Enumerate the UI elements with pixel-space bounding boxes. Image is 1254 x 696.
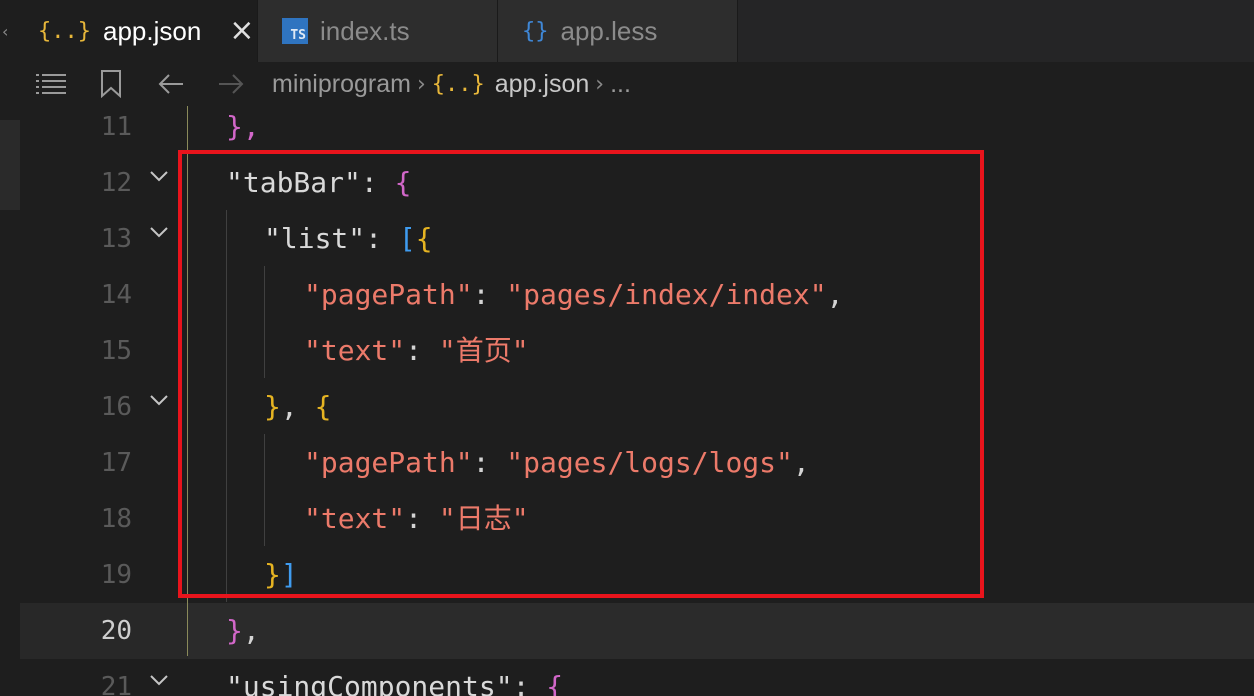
tab-label: index.ts [320, 15, 410, 46]
tab-bar: {..} app.json × TS index.ts {} app.less [20, 0, 1254, 62]
code-text: "usingComponents": { [226, 659, 563, 696]
tab-app-less[interactable]: {} app.less [498, 0, 738, 62]
line-number: 21 [100, 672, 132, 696]
fold-chevron-icon[interactable] [148, 165, 170, 187]
closing-brace: } [226, 614, 243, 647]
code-text: }, [226, 106, 260, 155]
line-number: 20 [100, 616, 132, 646]
line-number: 12 [100, 168, 132, 198]
line-number: 11 [100, 112, 132, 142]
fold-chevron-icon[interactable] [148, 221, 170, 243]
code-text: }, [226, 603, 260, 659]
breadcrumb-folder[interactable]: miniprogram [272, 70, 411, 99]
code-line-current[interactable]: 20 }, [20, 603, 1254, 659]
breadcrumb-symbol-ellipsis[interactable]: ... [610, 70, 631, 99]
line-number: 13 [100, 224, 132, 254]
line-number: 19 [100, 560, 132, 590]
breadcrumb-separator: › [595, 71, 605, 97]
json-key: "usingComponents" [226, 670, 513, 696]
breadcrumb-separator: › [416, 71, 426, 97]
code-line[interactable]: 11 }, [20, 106, 1254, 155]
opening-brace: { [546, 670, 564, 696]
line-number: 17 [100, 448, 132, 478]
fold-chevron-icon[interactable] [148, 389, 170, 411]
tab-index-ts[interactable]: TS index.ts [258, 0, 498, 62]
editor-window: ‹ {..} app.json × TS index.ts {} app.les… [0, 0, 1254, 696]
collapse-arrow-icon[interactable]: ‹ [2, 22, 8, 41]
breadcrumb: miniprogram › {..} app.json › ... [20, 62, 1254, 106]
comma: , [242, 614, 260, 647]
back-arrow-icon[interactable] [156, 72, 186, 96]
tab-label: app.less [560, 15, 658, 46]
breadcrumb-file[interactable]: app.json [495, 70, 590, 99]
side-panel-edge: ‹ [0, 0, 20, 696]
forward-arrow-icon[interactable] [216, 72, 246, 96]
line-number: 14 [100, 280, 132, 310]
tab-app-json[interactable]: {..} app.json × [20, 0, 258, 62]
code-line[interactable]: 21 "usingComponents": { [20, 659, 1254, 696]
code-editor[interactable]: 11 }, 12 "tabBar": { 13 "list": [{ 14 "p… [20, 106, 1254, 696]
typescript-file-icon: TS [282, 18, 308, 44]
bookmark-icon[interactable] [96, 70, 126, 98]
current-line-highlight [188, 603, 1254, 659]
side-scroll-thumb[interactable] [0, 120, 20, 210]
fold-chevron-icon[interactable] [148, 669, 170, 691]
line-number: 18 [100, 504, 132, 534]
close-icon[interactable]: × [229, 16, 254, 46]
highlight-annotation-box [178, 150, 984, 598]
json-file-icon: {..} [431, 71, 485, 97]
less-file-icon: {} [522, 18, 549, 44]
tab-label: app.json [102, 15, 202, 46]
colon: : [512, 670, 547, 696]
closing-brace: }, [226, 110, 260, 143]
json-file-icon: {..} [38, 18, 91, 44]
line-number: 16 [100, 392, 132, 422]
outline-list-icon[interactable] [36, 72, 66, 96]
tab-bar-empty-area [738, 0, 1254, 62]
line-number: 15 [100, 336, 132, 366]
